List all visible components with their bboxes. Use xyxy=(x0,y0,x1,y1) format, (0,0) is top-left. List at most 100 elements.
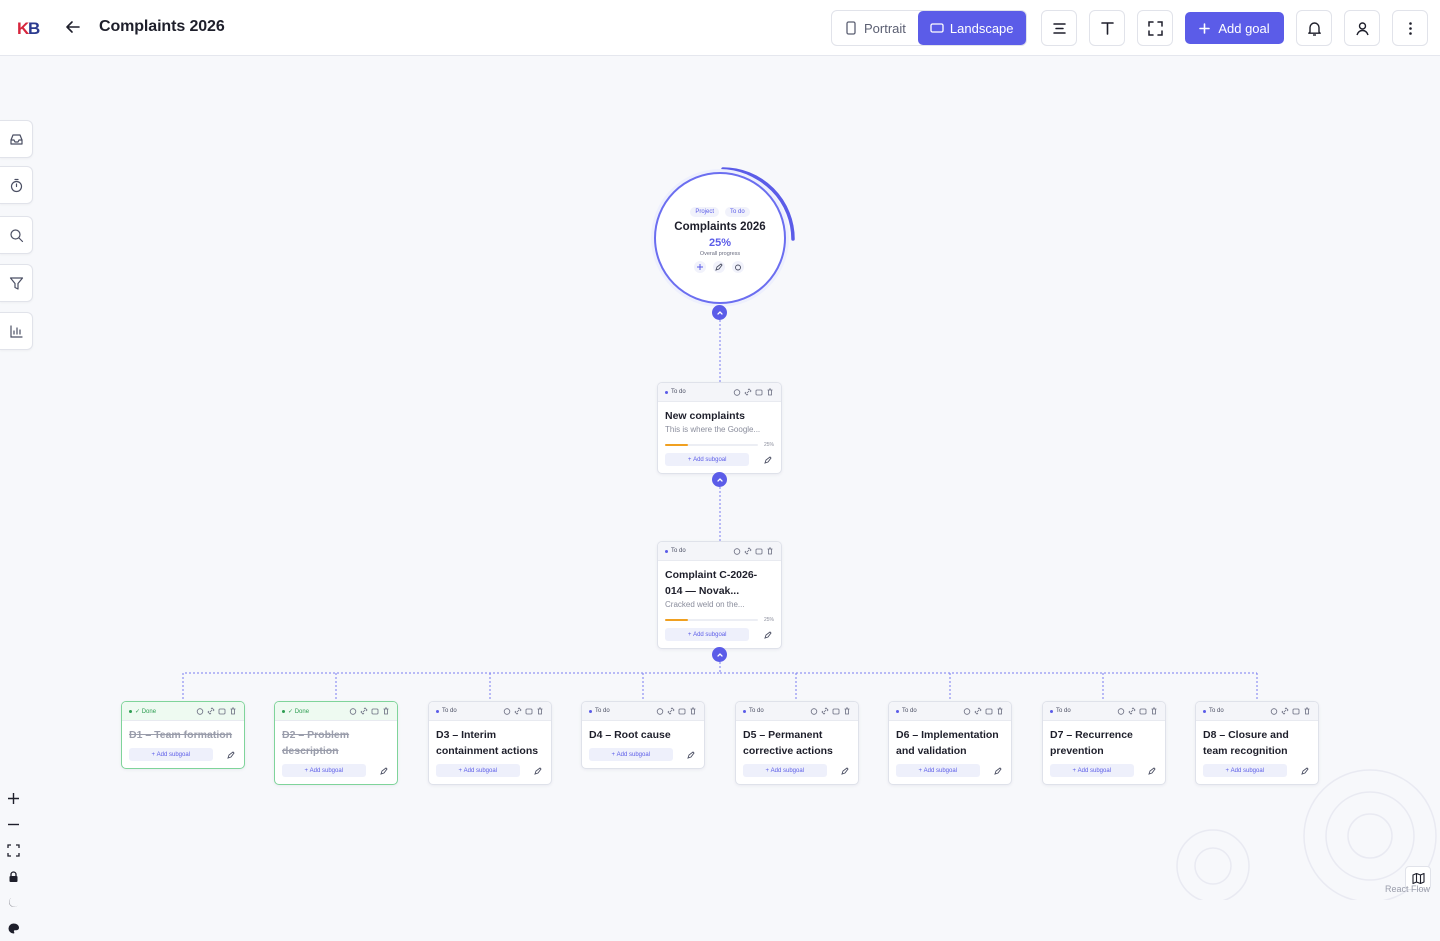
delete-button[interactable] xyxy=(689,707,697,715)
edit-button[interactable] xyxy=(761,628,774,641)
goal-card-d6[interactable]: To do D6 – Implementation and validation… xyxy=(888,701,1012,785)
edit-button[interactable] xyxy=(378,764,390,777)
goal-card-new-complaints[interactable]: To do New complaints This is where the G… xyxy=(657,382,782,474)
add-subgoal-button[interactable]: + Add subgoal xyxy=(129,748,213,761)
link-button[interactable] xyxy=(667,707,675,715)
timer-button[interactable] xyxy=(733,547,741,555)
timer-button[interactable] xyxy=(349,707,357,715)
link-button[interactable] xyxy=(207,707,215,715)
archive-button[interactable] xyxy=(985,707,993,715)
timer-button[interactable] xyxy=(1117,707,1125,715)
link-button[interactable] xyxy=(360,707,368,715)
delete-button[interactable] xyxy=(766,388,774,396)
add-subgoal-button[interactable]: + Add subgoal xyxy=(282,764,366,777)
project-node[interactable]: Project To do Complaints 2026 25% Overal… xyxy=(654,172,786,304)
link-button[interactable] xyxy=(974,707,982,715)
goal-card-d1[interactable]: ✓ Done D1 – Team formation + Add subgoal xyxy=(121,701,245,769)
flow-canvas[interactable]: Project To do Complaints 2026 25% Overal… xyxy=(0,56,1440,933)
delete-button[interactable] xyxy=(536,707,544,715)
goal-card-complaint[interactable]: To do Complaint C-2026-014 — Novak... Cr… xyxy=(657,541,782,649)
zoom-out-button[interactable] xyxy=(0,811,27,837)
text-button[interactable] xyxy=(1089,10,1125,46)
link-button[interactable] xyxy=(744,388,752,396)
goal-card-d4[interactable]: To do D4 – Root cause + Add subgoal xyxy=(581,701,705,769)
delete-button[interactable] xyxy=(382,707,390,715)
project-collapse-button[interactable] xyxy=(712,305,727,320)
edit-button[interactable] xyxy=(1146,764,1158,777)
link-button[interactable] xyxy=(821,707,829,715)
archive-button[interactable] xyxy=(755,388,763,396)
fit-view-button[interactable] xyxy=(0,837,27,863)
landscape-button[interactable]: Landscape xyxy=(917,11,1026,45)
archive-button[interactable] xyxy=(1292,707,1300,715)
project-timer-button[interactable] xyxy=(732,261,744,273)
archive-button[interactable] xyxy=(1139,707,1147,715)
theme-button[interactable] xyxy=(0,915,27,941)
link-button[interactable] xyxy=(514,707,522,715)
lock-button[interactable] xyxy=(0,863,27,889)
add-subgoal-button[interactable]: + Add subgoal xyxy=(743,764,827,777)
link-button[interactable] xyxy=(1128,707,1136,715)
archive-button[interactable] xyxy=(371,707,379,715)
timer-button[interactable] xyxy=(196,707,204,715)
timer-button[interactable] xyxy=(810,707,818,715)
goal-card-d7[interactable]: To do D7 – Recurrence prevention + Add s… xyxy=(1042,701,1166,785)
edit-button[interactable] xyxy=(1299,764,1311,777)
project-edit-button[interactable] xyxy=(713,261,725,273)
archive-button[interactable] xyxy=(755,547,763,555)
stats-tool[interactable] xyxy=(0,312,33,350)
timer-tool[interactable] xyxy=(0,166,33,204)
timer-button[interactable] xyxy=(733,388,741,396)
edit-button[interactable] xyxy=(992,764,1004,777)
profile-button[interactable] xyxy=(1344,10,1380,46)
fullscreen-button[interactable] xyxy=(1137,10,1173,46)
project-add-button[interactable] xyxy=(694,261,706,273)
notifications-button[interactable] xyxy=(1296,10,1332,46)
goal-card-d3[interactable]: To do D3 – Interim containment actions +… xyxy=(428,701,552,785)
delete-button[interactable] xyxy=(766,547,774,555)
edit-button[interactable] xyxy=(839,764,851,777)
add-subgoal-button[interactable]: + Add subgoal xyxy=(589,748,673,761)
more-menu-button[interactable] xyxy=(1392,10,1428,46)
add-goal-button[interactable]: Add goal xyxy=(1185,12,1284,44)
add-subgoal-button[interactable]: + Add subgoal xyxy=(896,764,980,777)
delete-button[interactable] xyxy=(843,707,851,715)
timer-button[interactable] xyxy=(503,707,511,715)
archive-button[interactable] xyxy=(525,707,533,715)
add-subgoal-button[interactable]: + Add subgoal xyxy=(1203,764,1287,777)
archive-button[interactable] xyxy=(218,707,226,715)
delete-button[interactable] xyxy=(1303,707,1311,715)
zoom-in-button[interactable] xyxy=(0,785,27,811)
add-subgoal-button[interactable]: + Add subgoal xyxy=(1050,764,1134,777)
back-arrow-icon[interactable] xyxy=(64,18,82,36)
edit-button[interactable] xyxy=(225,748,237,761)
search-tool[interactable] xyxy=(0,216,33,254)
timer-button[interactable] xyxy=(963,707,971,715)
archive-button[interactable] xyxy=(832,707,840,715)
new-complaints-collapse-button[interactable] xyxy=(712,472,727,487)
portrait-button[interactable]: Portrait xyxy=(832,11,918,45)
goal-card-d5[interactable]: To do D5 – Permanent corrective actions … xyxy=(735,701,859,785)
filter-tool[interactable] xyxy=(0,264,33,302)
delete-button[interactable] xyxy=(996,707,1004,715)
add-subgoal-button[interactable]: + Add subgoal xyxy=(436,764,520,777)
timer-button[interactable] xyxy=(656,707,664,715)
delete-button[interactable] xyxy=(229,707,237,715)
link-button[interactable] xyxy=(1281,707,1289,715)
edit-button[interactable] xyxy=(532,764,544,777)
goal-card-d8[interactable]: To do D8 – Closure and team recognition … xyxy=(1195,701,1319,785)
inbox-tool[interactable] xyxy=(0,120,33,158)
align-button[interactable] xyxy=(1041,10,1077,46)
link-button[interactable] xyxy=(744,547,752,555)
complaint-collapse-button[interactable] xyxy=(712,647,727,662)
add-subgoal-button[interactable]: + Add subgoal xyxy=(665,628,750,641)
goal-card-d2[interactable]: ✓ Done D2 – Problem description + Add su… xyxy=(274,701,398,785)
edit-button[interactable] xyxy=(685,748,697,761)
app-logo[interactable]: K B xyxy=(17,17,47,39)
edit-button[interactable] xyxy=(761,453,774,466)
timer-button[interactable] xyxy=(1270,707,1278,715)
delete-button[interactable] xyxy=(1150,707,1158,715)
dark-mode-button[interactable] xyxy=(0,889,27,915)
react-flow-attribution[interactable]: React Flow xyxy=(1385,884,1430,894)
archive-button[interactable] xyxy=(678,707,686,715)
